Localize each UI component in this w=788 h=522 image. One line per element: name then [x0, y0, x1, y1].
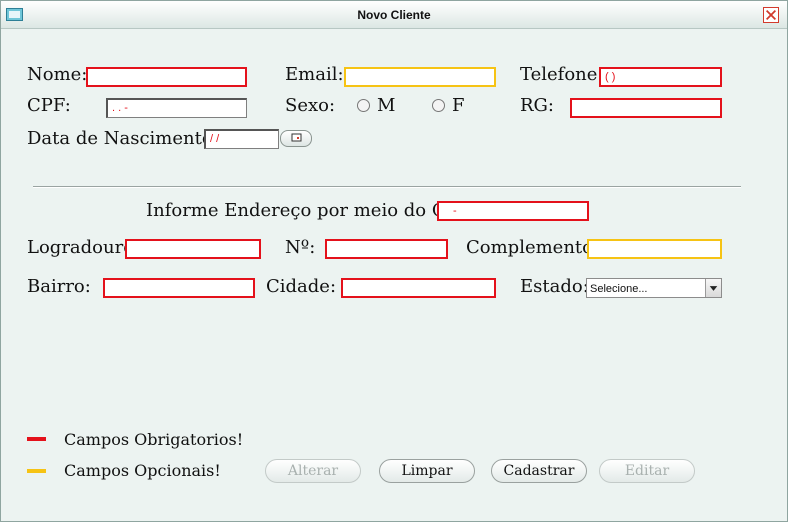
sexo-f-label: F	[452, 95, 465, 116]
limpar-button[interactable]: Limpar	[379, 459, 475, 483]
email-field[interactable]	[344, 67, 496, 87]
sexo-f-radio[interactable]	[432, 99, 445, 112]
numero-label: Nº:	[285, 237, 316, 258]
email-label: Email:	[285, 64, 344, 85]
alterar-button[interactable]: Alterar	[265, 459, 361, 483]
sexo-m-radio[interactable]	[357, 99, 370, 112]
estado-select[interactable]: Selecione...	[586, 278, 722, 298]
logradouro-label: Logradouro:	[27, 237, 141, 258]
cidade-field[interactable]	[341, 278, 496, 298]
cep-label: Informe Endereço por meio do CEP:	[146, 200, 477, 221]
nascimento-field[interactable]: / /	[204, 129, 279, 149]
cidade-label: Cidade:	[266, 276, 337, 297]
required-legend-label: Campos Obrigatorios!	[64, 430, 244, 449]
title-bar: Novo Cliente	[1, 1, 787, 29]
cep-field[interactable]: -	[437, 201, 589, 221]
nascimento-label: Data de Nascimento:	[27, 128, 219, 149]
nome-label: Nome:	[27, 64, 88, 85]
bairro-field[interactable]	[103, 278, 255, 298]
sexo-m-label: M	[377, 95, 396, 116]
cadastrar-button[interactable]: Cadastrar	[491, 459, 587, 483]
calendar-button[interactable]	[280, 130, 312, 147]
close-icon[interactable]	[763, 7, 779, 23]
numero-field[interactable]	[325, 239, 448, 259]
rg-label: RG:	[520, 95, 554, 116]
editar-button[interactable]: Editar	[599, 459, 695, 483]
complemento-field[interactable]	[587, 239, 722, 259]
rg-field[interactable]	[570, 98, 722, 118]
optional-legend-label: Campos Opcionais!	[64, 461, 221, 480]
complemento-label: Complemento:	[466, 237, 600, 258]
required-legend-swatch	[27, 437, 46, 441]
logradouro-field[interactable]	[125, 239, 261, 259]
chevron-down-icon[interactable]	[705, 279, 721, 297]
calendar-icon	[291, 133, 302, 142]
estado-label: Estado:	[520, 276, 589, 297]
optional-legend-swatch	[27, 469, 46, 473]
telefone-field[interactable]: ( )	[599, 67, 722, 87]
sexo-label: Sexo:	[285, 95, 336, 116]
window-title: Novo Cliente	[357, 8, 431, 22]
bairro-label: Bairro:	[27, 276, 91, 297]
estado-select-value: Selecione...	[590, 283, 648, 295]
telefone-label: Telefone:	[520, 64, 604, 85]
separator	[33, 186, 741, 188]
cpf-label: CPF:	[27, 95, 71, 116]
cpf-field[interactable]: . . -	[106, 98, 247, 118]
nome-field[interactable]	[86, 67, 247, 87]
